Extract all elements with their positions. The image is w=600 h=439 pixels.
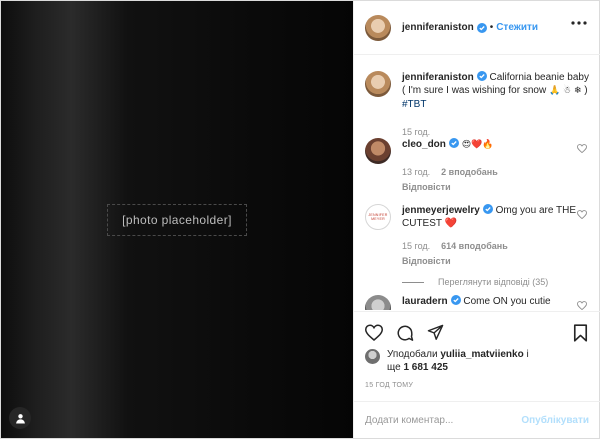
likes-middle: і xyxy=(526,349,529,360)
comment-text: 😍❤️🔥 xyxy=(461,140,494,150)
verified-badge-icon xyxy=(476,71,487,81)
likes-count[interactable]: 1 681 425 xyxy=(403,362,448,373)
view-replies-label: Переглянути відповіді (35) xyxy=(438,277,549,287)
header-separator: • xyxy=(489,22,494,33)
post-actions-bar xyxy=(354,311,600,352)
comment-text: Come ON you cutie xyxy=(463,296,551,307)
author-avatar[interactable] xyxy=(365,14,391,41)
comment-item: cleo_don 😍❤️🔥 13 год. 2 вподобань Відпов… xyxy=(365,138,591,194)
verified-badge-icon xyxy=(450,295,461,305)
reply-button[interactable]: Відповісти xyxy=(402,255,591,268)
comment-time[interactable]: 13 год. xyxy=(402,166,430,179)
likes-more-prefix: ще xyxy=(387,362,401,373)
caption-close-paren: ) xyxy=(584,85,588,96)
comment-bubble-icon[interactable] xyxy=(396,324,414,342)
comment-like-heart-icon[interactable] xyxy=(577,301,587,310)
comment-input[interactable] xyxy=(365,414,522,426)
commenter-avatar-text: JENNIFER MEYER xyxy=(368,213,388,221)
caption: jenniferaniston California beanie baby (… xyxy=(365,71,591,139)
author-username[interactable]: jenniferaniston xyxy=(402,22,474,33)
commenter-username[interactable]: cleo_don xyxy=(402,139,446,150)
comment-item: lauradern Come ON you cutie xyxy=(365,295,591,310)
photo-placeholder-label: [photo placeholder] xyxy=(107,203,247,236)
like-heart-icon[interactable] xyxy=(365,324,383,341)
hashtag-link[interactable]: #TBT xyxy=(402,99,426,110)
reply-button[interactable]: Відповісти xyxy=(402,181,591,194)
user-icon xyxy=(15,413,25,423)
follow-button[interactable]: Стежити xyxy=(496,22,538,33)
caption-emojis: 🙏 ☃ ❄ xyxy=(548,86,582,96)
post-time-ago[interactable]: 15 ГОД ТОМУ xyxy=(365,382,413,389)
verified-badge-icon xyxy=(448,138,459,148)
commenter-username[interactable]: lauradern xyxy=(402,296,448,307)
share-send-icon[interactable] xyxy=(427,324,444,341)
photo-placeholder: [photo placeholder] xyxy=(1,1,353,438)
post-side-panel: jenniferaniston • Стежити jenniferanisto… xyxy=(353,1,600,438)
verified-badge-icon xyxy=(482,204,493,214)
liker-username[interactable]: yuliia_matviienko xyxy=(440,349,523,360)
comment-item: JENNIFER MEYER jenmeyerjewelry Omg you a… xyxy=(365,204,591,289)
more-options-icon[interactable] xyxy=(571,21,587,25)
likes-prefix: Уподобали xyxy=(387,349,438,360)
save-bookmark-icon[interactable] xyxy=(573,324,588,342)
post-header: jenniferaniston • Стежити xyxy=(354,1,600,55)
likes-summary: Уподобали yuliia_matviienko і ще 1 681 4… xyxy=(365,348,590,374)
verified-badge-icon xyxy=(476,22,487,33)
view-replies-line xyxy=(402,282,424,283)
add-comment-bar: Опублікувати xyxy=(354,401,600,438)
comment-likes[interactable]: 614 вподобань xyxy=(441,240,508,253)
comment-like-heart-icon[interactable] xyxy=(577,210,587,219)
instagram-post-dialog: [photo placeholder] jenniferaniston • Ст… xyxy=(0,0,600,439)
comment-likes[interactable]: 2 вподобань xyxy=(441,166,498,179)
comment-like-heart-icon[interactable] xyxy=(577,144,587,153)
commenter-username[interactable]: jenmeyerjewelry xyxy=(402,205,480,216)
post-photo[interactable]: [photo placeholder] xyxy=(1,1,353,438)
commenter-avatar[interactable] xyxy=(365,295,391,310)
commenter-avatar[interactable]: JENNIFER MEYER xyxy=(365,204,391,230)
commenter-avatar[interactable] xyxy=(365,138,391,164)
caption-avatar[interactable] xyxy=(365,71,391,97)
comments-list[interactable]: jenniferaniston California beanie baby (… xyxy=(354,56,600,310)
view-replies-button[interactable]: Переглянути відповіді (35) xyxy=(402,276,591,289)
liker-avatar[interactable] xyxy=(365,349,380,364)
caption-username[interactable]: jenniferaniston xyxy=(402,72,474,83)
publish-button[interactable]: Опублікувати xyxy=(521,415,589,426)
tagged-users-button[interactable] xyxy=(9,407,31,429)
comment-time[interactable]: 15 год. xyxy=(402,240,430,253)
